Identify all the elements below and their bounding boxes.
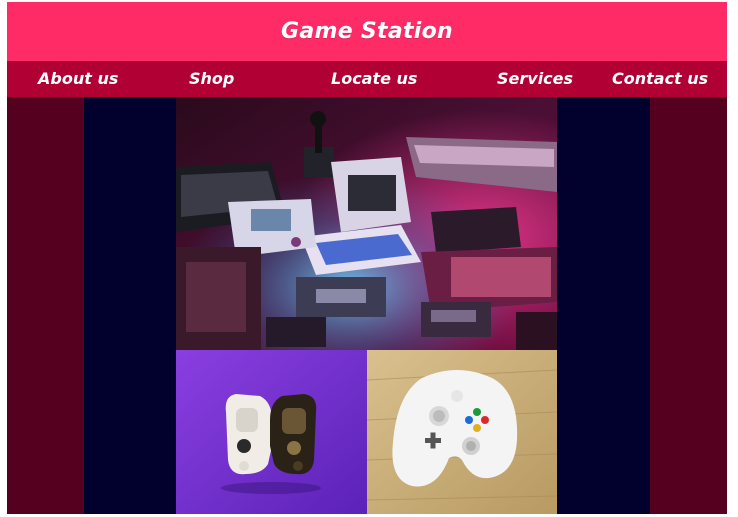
nav-shop[interactable]: Shop xyxy=(189,61,234,97)
left-dark-column xyxy=(84,97,176,514)
nav-contact-us[interactable]: Contact us xyxy=(612,61,708,97)
main-nav: About us Shop Locate us Services Contact… xyxy=(7,61,727,97)
xbox-controller-image xyxy=(367,350,557,514)
page-frame: Game Station About us Shop Locate us Ser… xyxy=(7,2,727,514)
nav-locate-us[interactable]: Locate us xyxy=(331,61,417,97)
right-margin-panel xyxy=(650,97,727,514)
playstation-controllers-image xyxy=(176,350,367,514)
site-header: Game Station xyxy=(7,2,727,61)
nav-services[interactable]: Services xyxy=(497,61,573,97)
nav-about-us[interactable]: About us xyxy=(38,61,118,97)
site-title: Game Station xyxy=(280,19,454,44)
retro-computers-image xyxy=(176,97,557,350)
right-dark-column xyxy=(557,97,650,514)
left-margin-panel xyxy=(7,97,84,514)
